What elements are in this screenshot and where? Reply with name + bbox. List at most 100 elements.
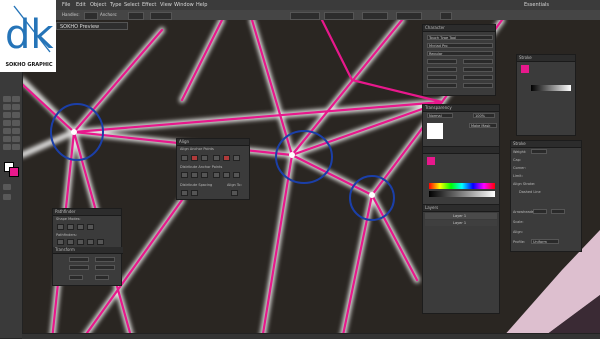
stroke-panel-title[interactable]: Stroke: [511, 141, 581, 148]
align-panel-title[interactable]: Align: [177, 139, 249, 146]
distribute-bottom-icon[interactable]: [201, 172, 208, 178]
transparency-panel-title[interactable]: Transparency: [423, 105, 499, 112]
direct-selection-tool-icon[interactable]: [12, 96, 20, 102]
stroke-swatch-icon[interactable]: [9, 167, 19, 177]
anchor-point-2[interactable]: [289, 152, 295, 158]
screen-mode-icon[interactable]: [3, 184, 11, 190]
pen-tool-icon[interactable]: [3, 112, 11, 118]
gradient-ramp[interactable]: [531, 85, 571, 91]
character-panel-title[interactable]: Character: [423, 25, 495, 32]
menu-window[interactable]: Window: [174, 2, 194, 8]
menu-help[interactable]: Help: [196, 2, 207, 8]
menu-view[interactable]: View: [160, 2, 172, 8]
h-field[interactable]: [396, 12, 422, 20]
baseline-shift-field[interactable]: [427, 83, 457, 88]
blend-mode-select[interactable]: Normal: [427, 113, 453, 118]
arrowhead-end-select[interactable]: [551, 209, 565, 214]
rectangle-tool-icon[interactable]: [12, 120, 20, 126]
distribute-right-icon[interactable]: [233, 172, 240, 178]
magic-wand-tool-icon[interactable]: [3, 104, 11, 110]
grayscale-ramp[interactable]: [429, 191, 495, 197]
transform-button[interactable]: [440, 12, 452, 20]
distribute-hcenter-icon[interactable]: [223, 172, 230, 178]
color-fill-swatch[interactable]: [427, 157, 435, 165]
handles-convert-button[interactable]: [84, 12, 98, 20]
touch-type-field[interactable]: Touch Type Tool: [427, 35, 493, 40]
layer-row-2[interactable]: Layer 1: [425, 220, 497, 226]
brush-tool-icon[interactable]: [3, 128, 11, 134]
align-vcenter-icon[interactable]: [223, 155, 230, 161]
align-to-icon[interactable]: [231, 190, 238, 196]
align-bottom-icon[interactable]: [233, 155, 240, 161]
merge-icon[interactable]: [77, 239, 84, 245]
distribute-top-icon[interactable]: [181, 172, 188, 178]
draw-mode-icon[interactable]: [3, 194, 11, 200]
color-spectrum[interactable]: [429, 183, 495, 189]
align-right-icon[interactable]: [201, 155, 208, 161]
free-transform-tool-icon[interactable]: [12, 144, 20, 150]
menu-effect[interactable]: Effect: [142, 2, 156, 8]
crop-icon[interactable]: [87, 239, 94, 245]
align-hcenter-icon[interactable]: [191, 155, 198, 161]
font-size-field[interactable]: [427, 59, 457, 64]
outline-icon[interactable]: [97, 239, 104, 245]
scale-tool-icon[interactable]: [12, 136, 20, 142]
anchor-remove-button[interactable]: [128, 12, 144, 20]
minus-front-icon[interactable]: [67, 224, 74, 230]
y-field[interactable]: [324, 12, 354, 20]
transform-w-field[interactable]: [95, 257, 115, 262]
menu-type[interactable]: Type: [110, 2, 121, 8]
menu-file[interactable]: File: [62, 2, 70, 8]
rotate-tool-icon[interactable]: [3, 136, 11, 142]
transform-y-field[interactable]: [69, 265, 89, 270]
color-panel-title[interactable]: [423, 147, 499, 154]
x-field[interactable]: [290, 12, 320, 20]
opacity-field[interactable]: 100%: [473, 113, 495, 118]
spacing-horizontal-icon[interactable]: [191, 190, 198, 196]
stroke-weight-field[interactable]: [531, 149, 547, 154]
exclude-icon[interactable]: [87, 224, 94, 230]
anchor-point-3[interactable]: [369, 192, 375, 198]
stroke-color-swatch[interactable]: [521, 65, 529, 73]
character-rotation-field[interactable]: [463, 83, 493, 88]
align-left-icon[interactable]: [181, 155, 188, 161]
vertical-scale-field[interactable]: [427, 75, 457, 80]
font-family-field[interactable]: Myriad Pro: [427, 43, 493, 48]
distribute-left-icon[interactable]: [213, 172, 220, 178]
menu-select[interactable]: Select: [124, 2, 139, 8]
transform-x-field[interactable]: [69, 257, 89, 262]
unite-icon[interactable]: [57, 224, 64, 230]
stroke-mini-title[interactable]: Stroke: [517, 55, 575, 62]
transform-tab[interactable]: Transform: [53, 247, 123, 254]
kerning-field[interactable]: [427, 67, 457, 72]
document-tab[interactable]: SOKHO Preview: [56, 22, 128, 30]
shear-field[interactable]: [95, 275, 109, 280]
line-tool-icon[interactable]: [3, 120, 11, 126]
tracking-field[interactable]: [463, 67, 493, 72]
pathfinder-panel-title[interactable]: Pathfinder: [53, 209, 121, 216]
transparency-thumbnail[interactable]: [427, 123, 443, 139]
layers-panel-title[interactable]: Layers: [423, 205, 499, 212]
spacing-vertical-icon[interactable]: [181, 190, 188, 196]
align-control[interactable]: [150, 12, 172, 20]
font-style-field[interactable]: Regular: [427, 51, 493, 56]
workspace-switcher[interactable]: Essentials: [524, 2, 549, 8]
rotate-field[interactable]: [69, 275, 83, 280]
horizontal-scale-field[interactable]: [463, 75, 493, 80]
anchor-point-1[interactable]: [71, 129, 77, 135]
profile-select[interactable]: Uniform: [531, 239, 559, 244]
distribute-vcenter-icon[interactable]: [191, 172, 198, 178]
intersect-icon[interactable]: [77, 224, 84, 230]
type-tool-icon[interactable]: [12, 112, 20, 118]
lasso-tool-icon[interactable]: [12, 104, 20, 110]
menu-edit[interactable]: Edit: [76, 2, 86, 8]
width-tool-icon[interactable]: [3, 144, 11, 150]
transform-h-field[interactable]: [95, 265, 115, 270]
leading-field[interactable]: [463, 59, 493, 64]
w-field[interactable]: [362, 12, 388, 20]
layer-row-1[interactable]: Layer 1: [425, 213, 497, 219]
arrowhead-start-select[interactable]: [533, 209, 547, 214]
divide-icon[interactable]: [57, 239, 64, 245]
pencil-tool-icon[interactable]: [12, 128, 20, 134]
menu-object[interactable]: Object: [90, 2, 106, 8]
